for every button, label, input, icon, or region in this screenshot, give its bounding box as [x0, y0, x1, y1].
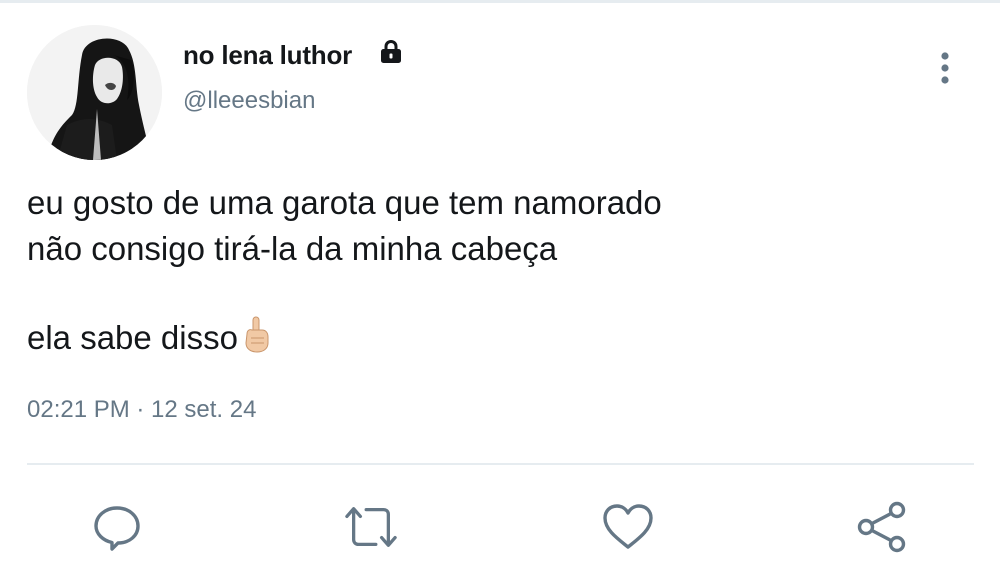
top-border: [0, 0, 1000, 3]
avatar-photo: [27, 25, 162, 160]
share-button[interactable]: [856, 500, 910, 554]
reply-button[interactable]: [90, 500, 144, 554]
divider: [27, 463, 974, 465]
share-icon: [857, 501, 906, 553]
retweet-button[interactable]: [344, 500, 398, 554]
more-options-icon[interactable]: [934, 50, 956, 86]
tweet-text-line: eu gosto de uma garota que tem namorado: [27, 184, 662, 221]
lock-icon: [381, 39, 401, 63]
heart-icon: [603, 504, 653, 549]
tweet-text-line-content: ela sabe disso: [27, 319, 238, 356]
avatar[interactable]: [27, 25, 162, 160]
tweet-timestamp[interactable]: 02:21 PM · 12 set. 24: [27, 396, 256, 424]
pointing-up-finger-icon: [245, 316, 269, 353]
tweet-text-line: ela sabe disso: [27, 315, 927, 361]
tweet-body: eu gosto de uma garota que tem namorado …: [27, 180, 927, 361]
comment-icon: [94, 506, 140, 551]
retweet-icon: [345, 507, 397, 547]
like-button[interactable]: [601, 500, 655, 554]
tweet-text-line: não consigo tirá-la da minha cabeça: [27, 230, 558, 267]
display-name[interactable]: no lena luthor: [183, 40, 352, 71]
user-handle[interactable]: @lleeesbian: [183, 87, 315, 115]
